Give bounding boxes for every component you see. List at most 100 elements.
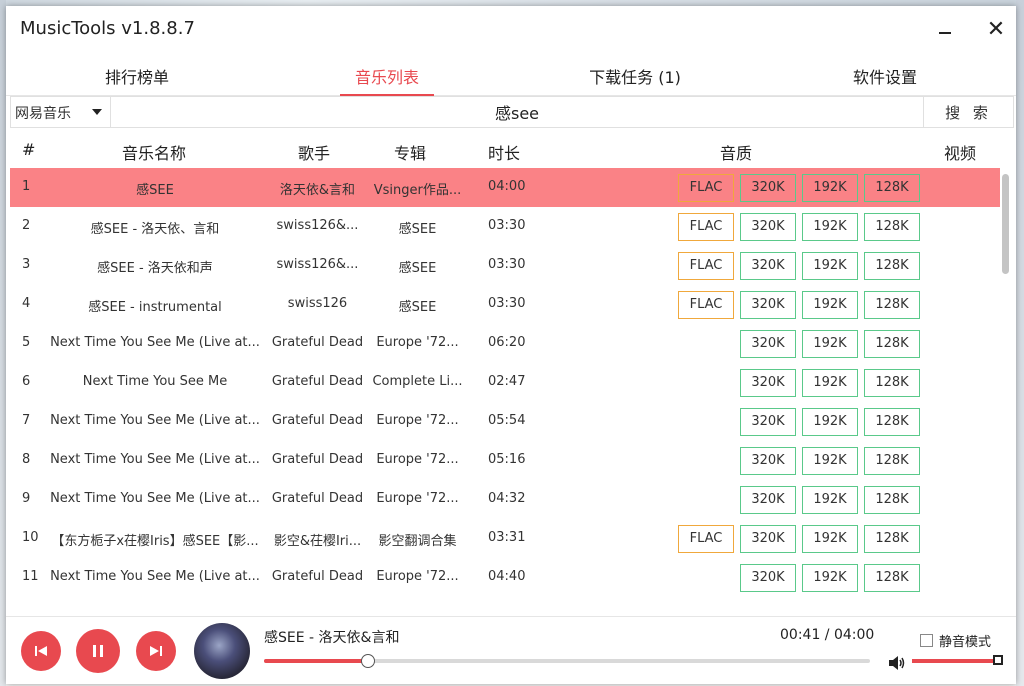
quality-320k-button[interactable]: 320K xyxy=(740,252,796,280)
quality-192k-button[interactable]: 192K xyxy=(802,330,858,358)
row-album: Europe '72... xyxy=(376,452,459,467)
header-album: 专辑 xyxy=(394,144,427,163)
quality-192k-button[interactable]: 192K xyxy=(802,447,858,475)
skip-previous-icon xyxy=(35,646,47,656)
row-duration: 05:16 xyxy=(488,452,526,467)
row-album: Europe '72... xyxy=(376,569,459,584)
mute-checkbox[interactable]: 静音模式 xyxy=(920,631,991,650)
list-scrollbar[interactable] xyxy=(1000,168,1012,610)
quality-192k-button[interactable]: 192K xyxy=(802,174,858,202)
quality-flac-button[interactable]: FLAC xyxy=(678,525,734,553)
quality-128k-button[interactable]: 128K xyxy=(864,252,920,280)
quality-192k-button[interactable]: 192K xyxy=(802,252,858,280)
table-row[interactable]: 10 【东方栀子x茌樱Iris】感SEE【影... 影空&茌樱Iri... 影空… xyxy=(10,519,1000,558)
quality-192k-button[interactable]: 192K xyxy=(802,486,858,514)
volume-button[interactable] xyxy=(888,655,906,674)
quality-flac-button[interactable]: FLAC xyxy=(678,174,734,202)
next-button[interactable] xyxy=(136,631,176,671)
pause-button[interactable] xyxy=(76,629,120,673)
row-album: Europe '72... xyxy=(376,413,459,428)
tab-music-list[interactable]: 音乐列表 xyxy=(340,64,434,96)
quality-192k-button[interactable]: 192K xyxy=(802,369,858,397)
search-button[interactable]: 搜 索 xyxy=(923,97,1013,127)
row-album: 感SEE xyxy=(398,222,437,237)
quality-128k-button[interactable]: 128K xyxy=(864,408,920,436)
quality-192k-button[interactable]: 192K xyxy=(802,564,858,592)
row-album: Vsinger作品... xyxy=(373,183,462,198)
table-row[interactable]: 3 感SEE - 洛天依和声 swiss126&... 感SEE 03:30 F… xyxy=(10,246,1000,285)
volume-slider[interactable] xyxy=(912,655,1003,665)
progress-handle[interactable] xyxy=(360,654,375,668)
quality-flac-button[interactable]: FLAC xyxy=(678,213,734,241)
volume-handle[interactable] xyxy=(993,655,1003,665)
quality-192k-button[interactable]: 192K xyxy=(802,213,858,241)
quality-192k-button[interactable]: 192K xyxy=(802,408,858,436)
quality-flac-button[interactable]: FLAC xyxy=(678,291,734,319)
quality-128k-button[interactable]: 128K xyxy=(864,564,920,592)
app-title: MusicTools v1.8.8.7 xyxy=(20,18,195,39)
search-input[interactable] xyxy=(112,97,922,127)
table-row[interactable]: 1 感SEE 洛天依&言和 Vsinger作品... 04:00 FLAC 32… xyxy=(10,168,1000,207)
quality-128k-button[interactable]: 128K xyxy=(864,447,920,475)
progress-slider[interactable] xyxy=(264,654,870,668)
desktop-background-right xyxy=(1016,0,1024,686)
row-duration: 02:47 xyxy=(488,374,526,389)
quality-320k-button[interactable]: 320K xyxy=(740,330,796,358)
quality-320k-button[interactable]: 320K xyxy=(740,291,796,319)
volume-fill xyxy=(912,659,998,663)
row-song-name: Next Time You See Me (Live at... xyxy=(50,335,260,350)
quality-192k-button[interactable]: 192K xyxy=(802,525,858,553)
row-artist: swiss126&... xyxy=(276,257,359,272)
row-song-name: Next Time You See Me (Live at... xyxy=(50,569,260,584)
quality-192k-button[interactable]: 192K xyxy=(802,291,858,319)
row-song-name: 感SEE - 洛天依和声 xyxy=(97,261,213,276)
tab-charts[interactable]: 排行榜单 xyxy=(102,64,172,94)
row-album: Europe '72... xyxy=(376,335,459,350)
table-row[interactable]: 2 感SEE - 洛天依、言和 swiss126&... 感SEE 03:30 … xyxy=(10,207,1000,246)
scrollbar-thumb[interactable] xyxy=(1002,174,1009,274)
quality-128k-button[interactable]: 128K xyxy=(864,291,920,319)
quality-320k-button[interactable]: 320K xyxy=(740,213,796,241)
table-row[interactable]: 5 Next Time You See Me (Live at... Grate… xyxy=(10,324,1000,363)
checkbox-box[interactable] xyxy=(920,634,933,647)
close-button[interactable]: ✕ xyxy=(981,14,1011,44)
quality-320k-button[interactable]: 320K xyxy=(740,174,796,202)
quality-128k-button[interactable]: 128K xyxy=(864,525,920,553)
quality-320k-button[interactable]: 320K xyxy=(740,447,796,475)
quality-320k-button[interactable]: 320K xyxy=(740,525,796,553)
quality-128k-button[interactable]: 128K xyxy=(864,486,920,514)
quality-320k-button[interactable]: 320K xyxy=(740,369,796,397)
table-row[interactable]: 9 Next Time You See Me (Live at... Grate… xyxy=(10,480,1000,519)
quality-320k-button[interactable]: 320K xyxy=(740,564,796,592)
minimize-button[interactable] xyxy=(930,14,960,44)
quality-128k-button[interactable]: 128K xyxy=(864,213,920,241)
source-select[interactable]: 网易音乐 xyxy=(11,97,111,127)
table-row[interactable]: 8 Next Time You See Me (Live at... Grate… xyxy=(10,441,1000,480)
row-duration: 06:20 xyxy=(488,335,526,350)
tab-settings[interactable]: 软件设置 xyxy=(850,64,920,94)
table-row[interactable]: 7 Next Time You See Me (Live at... Grate… xyxy=(10,402,1000,441)
table-row[interactable]: 4 感SEE - instrumental swiss126 感SEE 03:3… xyxy=(10,285,1000,324)
header-quality: 音质 xyxy=(720,144,753,163)
previous-button[interactable] xyxy=(21,631,61,671)
header-video: 视频 xyxy=(944,144,977,163)
row-song-name: 感SEE xyxy=(136,183,174,198)
quality-128k-button[interactable]: 128K xyxy=(864,174,920,202)
row-duration: 03:30 xyxy=(488,218,526,233)
row-album: Europe '72... xyxy=(376,491,459,506)
quality-128k-button[interactable]: 128K xyxy=(864,330,920,358)
row-album: 感SEE xyxy=(398,261,437,276)
quality-320k-button[interactable]: 320K xyxy=(740,408,796,436)
header-duration: 时长 xyxy=(488,144,521,163)
row-artist: swiss126&... xyxy=(276,218,359,233)
volume-icon xyxy=(889,656,905,670)
quality-flac-button[interactable]: FLAC xyxy=(678,252,734,280)
row-duration: 03:30 xyxy=(488,296,526,311)
quality-320k-button[interactable]: 320K xyxy=(740,486,796,514)
tab-download-tasks[interactable]: 下载任务 (1) xyxy=(584,64,686,94)
table-row[interactable]: 6 Next Time You See Me Grateful Dead Com… xyxy=(10,363,1000,402)
row-album: 影空翻调合集 xyxy=(378,534,457,549)
table-row[interactable]: 11 Next Time You See Me (Live at... Grat… xyxy=(10,558,1000,597)
chevron-down-icon xyxy=(92,109,102,115)
quality-128k-button[interactable]: 128K xyxy=(864,369,920,397)
